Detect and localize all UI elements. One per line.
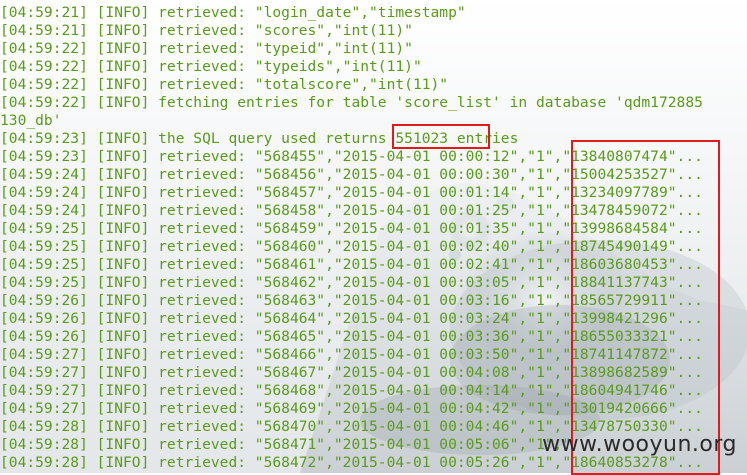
- watermark-text: www.wooyun.org: [542, 432, 737, 457]
- terminal-line: [04:59:21] [INFO] retrieved: "scores","i…: [0, 22, 413, 39]
- terminal-line: 130_db': [0, 112, 62, 129]
- terminal-line: [04:59:22] [INFO] retrieved: "typeid","i…: [0, 40, 413, 57]
- entry-count-highlight: [392, 124, 490, 149]
- terminal-line: [04:59:21] [INFO] retrieved: "login_date…: [0, 4, 466, 21]
- terminal-line: [04:59:22] [INFO] fetching entries for t…: [0, 94, 703, 111]
- phone-column-highlight: [571, 140, 720, 475]
- terminal-line: [04:59:22] [INFO] retrieved: "totalscore…: [0, 76, 449, 93]
- terminal-line: [04:59:22] [INFO] retrieved: "typeids","…: [0, 58, 422, 75]
